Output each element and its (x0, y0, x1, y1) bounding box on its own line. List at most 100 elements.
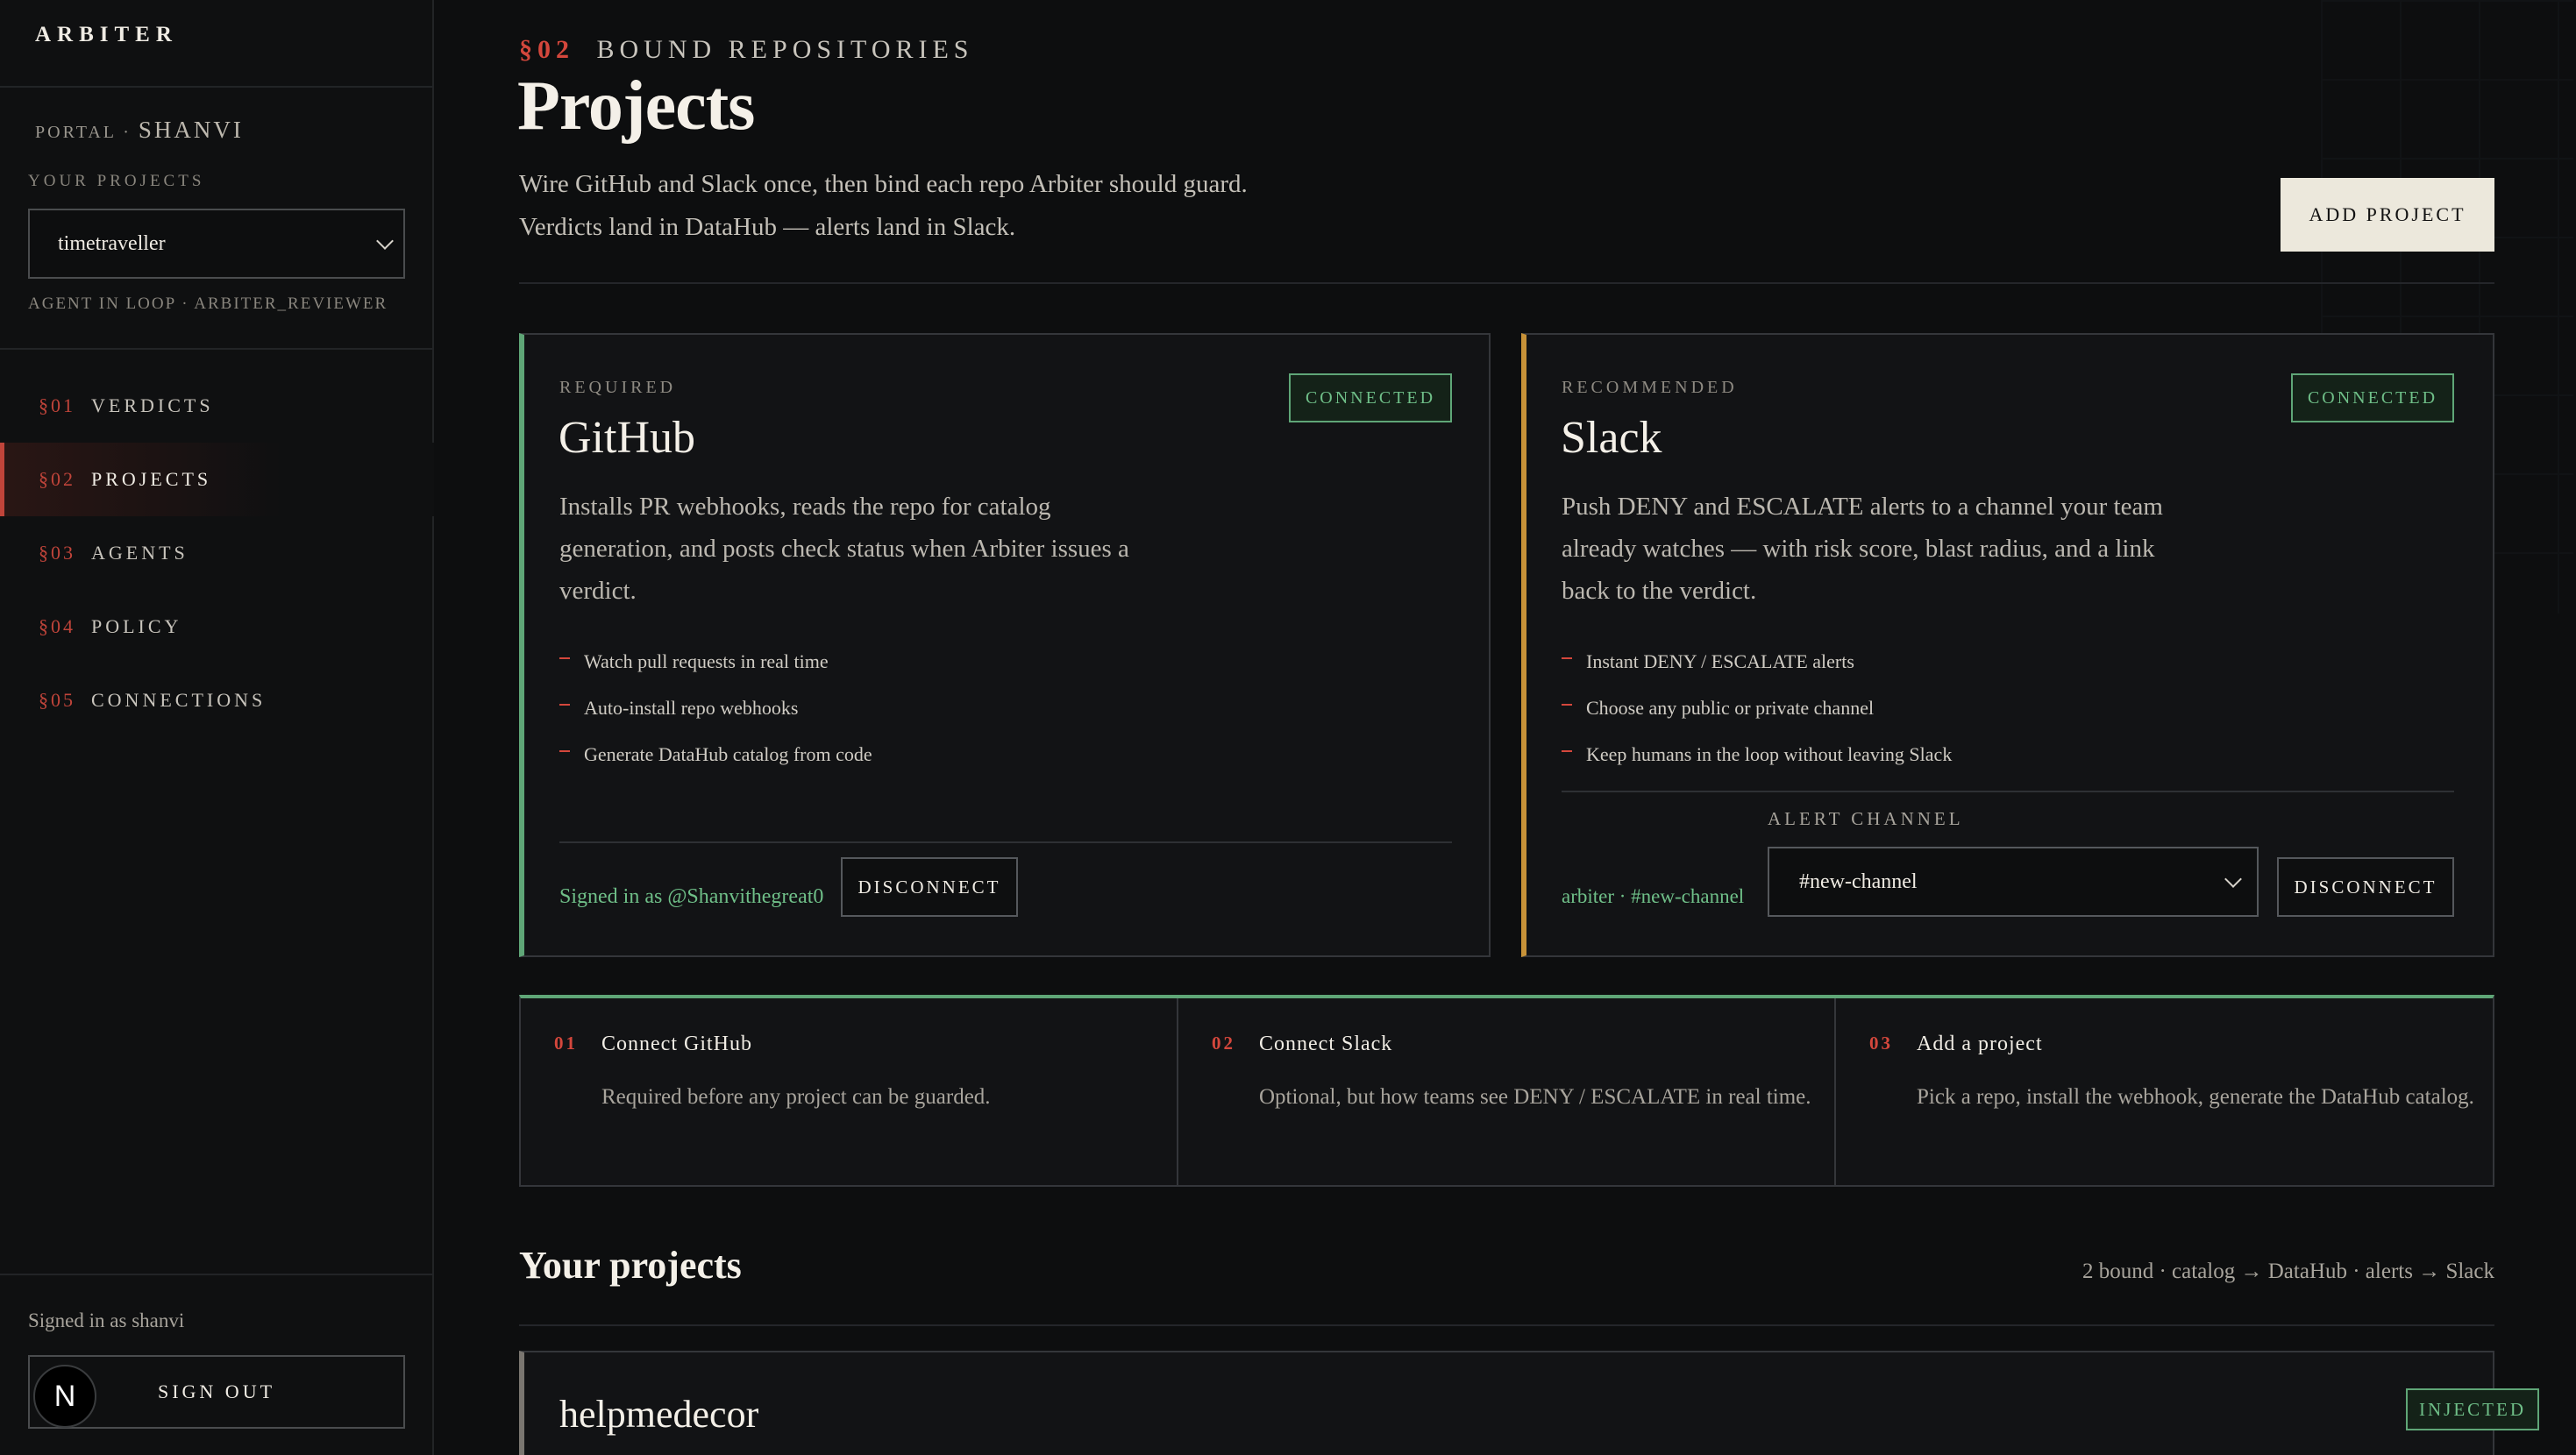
list-item: Keep humans in the loop without leaving … (1562, 731, 1952, 777)
nav-section-number: §01 (39, 394, 75, 416)
list-item-text: Auto-install repo webhooks (584, 696, 799, 719)
list-item: Instant DENY / ESCALATE alerts (1562, 638, 1952, 685)
dash-icon (559, 657, 570, 659)
step-number: 02 (1212, 1033, 1235, 1054)
chevron-down-icon (376, 232, 394, 250)
portal-username: SHANVI (138, 117, 244, 143)
nav-section-number: §05 (39, 689, 75, 711)
status-badge: CONNECTED (2291, 373, 2454, 422)
description-line: Push DENY and ESCALATE alerts to a chann… (1562, 493, 2163, 521)
your-projects-heading: Your projects (519, 1244, 742, 1287)
github-card: REQUIRED GitHub CONNECTED Installs PR we… (519, 333, 1491, 957)
divider (519, 282, 2494, 284)
your-projects-label: YOUR PROJECTS (28, 172, 205, 190)
card-description: Installs PR webhooks, reads the repo for… (559, 486, 1129, 612)
description-line: back to the verdict. (1562, 577, 1757, 605)
step-add-project: 03 Add a project Pick a repo, install th… (1836, 998, 2494, 1187)
description-line: verdict. (559, 577, 637, 605)
tier-label: REQUIRED (559, 378, 677, 397)
agent-in-loop: AGENT IN LOOP · ARBITER_REVIEWER (28, 295, 388, 313)
nav-item-verdicts[interactable]: §01 VERDICTS (0, 369, 434, 443)
divider (0, 348, 434, 350)
feature-list: Watch pull requests in real time Auto-in… (559, 638, 872, 777)
divider (559, 841, 1452, 843)
step-description: Required before any project can be guard… (601, 1085, 991, 1109)
step-title: Add a project (1917, 1033, 2043, 1055)
list-item-text: Keep humans in the loop without leaving … (1586, 742, 1953, 765)
chevron-down-icon (2224, 870, 2242, 888)
portal-user: PORTAL · SHANVI (35, 117, 244, 144)
project-select-value: timetraveller (58, 231, 166, 255)
dash-icon (1562, 703, 1572, 706)
nav-section-number: §04 (39, 615, 75, 637)
portal-label: PORTAL · (35, 123, 132, 142)
dev-overlay-badge[interactable]: N (33, 1365, 96, 1428)
nav-item-label: AGENTS (91, 542, 189, 564)
description-line: already watches — with risk score, blast… (1562, 535, 2155, 563)
card-description: Push DENY and ESCALATE alerts to a chann… (1562, 486, 2163, 612)
project-name: helpmedecor (559, 1393, 759, 1436)
signed-in-label: Signed in as shanvi (28, 1310, 185, 1331)
status-badge: INJECTED (2406, 1388, 2539, 1430)
list-item-text: Choose any public or private channel (1586, 696, 1875, 719)
setup-steps: 01 Connect GitHub Required before any pr… (519, 995, 2494, 1187)
page-intro: Wire GitHub and Slack once, then bind ea… (519, 163, 1248, 249)
tier-label: RECOMMENDED (1562, 378, 1738, 397)
card-title: GitHub (559, 413, 695, 463)
sidebar: ARBITER PORTAL · SHANVI YOUR PROJECTS ti… (0, 0, 434, 1455)
description-line: Installs PR webhooks, reads the repo for… (559, 493, 1051, 521)
feature-list: Instant DENY / ESCALATE alerts Choose an… (1562, 638, 1952, 777)
slack-route: arbiter · #new-channel (1562, 885, 1745, 907)
alert-channel-label: ALERT CHANNEL (1768, 808, 1964, 829)
description-line: generation, and posts check status when … (559, 535, 1129, 563)
step-number: 01 (554, 1033, 578, 1054)
dash-icon (1562, 749, 1572, 752)
nav-item-label: PROJECTS (91, 468, 212, 490)
step-description: Pick a repo, install the webhook, genera… (1917, 1085, 2474, 1109)
nav-item-policy[interactable]: §04 POLICY (0, 590, 434, 664)
list-item: Choose any public or private channel (1562, 685, 1952, 731)
section-kicker: §02 BOUND REPOSITORIES (519, 35, 974, 65)
your-projects-meta: 2 bound · catalog → DataHub · alerts → S… (2081, 1260, 2494, 1283)
list-item-text: Instant DENY / ESCALATE alerts (1586, 649, 1854, 672)
step-connect-slack: 02 Connect Slack Optional, but how teams… (1178, 998, 1836, 1187)
nav-item-connections[interactable]: §05 CONNECTIONS (0, 664, 434, 737)
card-title: Slack (1561, 413, 1662, 463)
divider (0, 1274, 434, 1275)
step-description: Optional, but how teams see DENY / ESCAL… (1259, 1085, 1811, 1109)
intro-line: Wire GitHub and Slack once, then bind ea… (519, 170, 1248, 198)
github-signed-in: Signed in as @Shanvithegreat0 (559, 885, 824, 908)
step-title: Connect Slack (1259, 1033, 1393, 1055)
alert-channel-value: #new-channel (1799, 869, 1918, 893)
nav-item-projects[interactable]: §02 PROJECTS (0, 443, 434, 516)
slack-card: RECOMMENDED Slack CONNECTED Push DENY an… (1521, 333, 2494, 957)
project-card[interactable]: helpmedecor INJECTED (519, 1351, 2539, 1455)
section-label: BOUND REPOSITORIES (596, 35, 974, 64)
list-item: Watch pull requests in real time (559, 638, 872, 685)
main-content: §02 BOUND REPOSITORIES Projects Wire Git… (436, 0, 2576, 1455)
divider (0, 86, 434, 88)
list-item-text: Generate DataHub catalog from code (584, 742, 872, 765)
divider (519, 1324, 2494, 1326)
nav-section-number: §02 (39, 468, 75, 490)
dash-icon (559, 749, 570, 752)
project-select[interactable]: timetraveller (28, 209, 405, 279)
nav-item-agents[interactable]: §03 AGENTS (0, 516, 434, 590)
brand-logo: ARBITER (35, 23, 178, 46)
step-title: Connect GitHub (601, 1033, 752, 1055)
list-item: Auto-install repo webhooks (559, 685, 872, 731)
section-number: §02 (519, 35, 574, 64)
list-item: Generate DataHub catalog from code (559, 731, 872, 777)
list-item-text: Watch pull requests in real time (584, 649, 829, 672)
nav-section-number: §03 (39, 542, 75, 564)
alert-channel-select[interactable]: #new-channel (1768, 847, 2259, 917)
add-project-button[interactable]: ADD PROJECT (2281, 178, 2494, 252)
dash-icon (1562, 657, 1572, 659)
github-disconnect-button[interactable]: DISCONNECT (841, 857, 1018, 917)
nav-item-label: POLICY (91, 615, 182, 637)
slack-disconnect-button[interactable]: DISCONNECT (2277, 857, 2454, 917)
status-badge: CONNECTED (1289, 373, 1452, 422)
step-number: 03 (1869, 1033, 1893, 1054)
step-connect-github: 01 Connect GitHub Required before any pr… (521, 998, 1178, 1187)
nav-item-label: CONNECTIONS (91, 689, 267, 711)
